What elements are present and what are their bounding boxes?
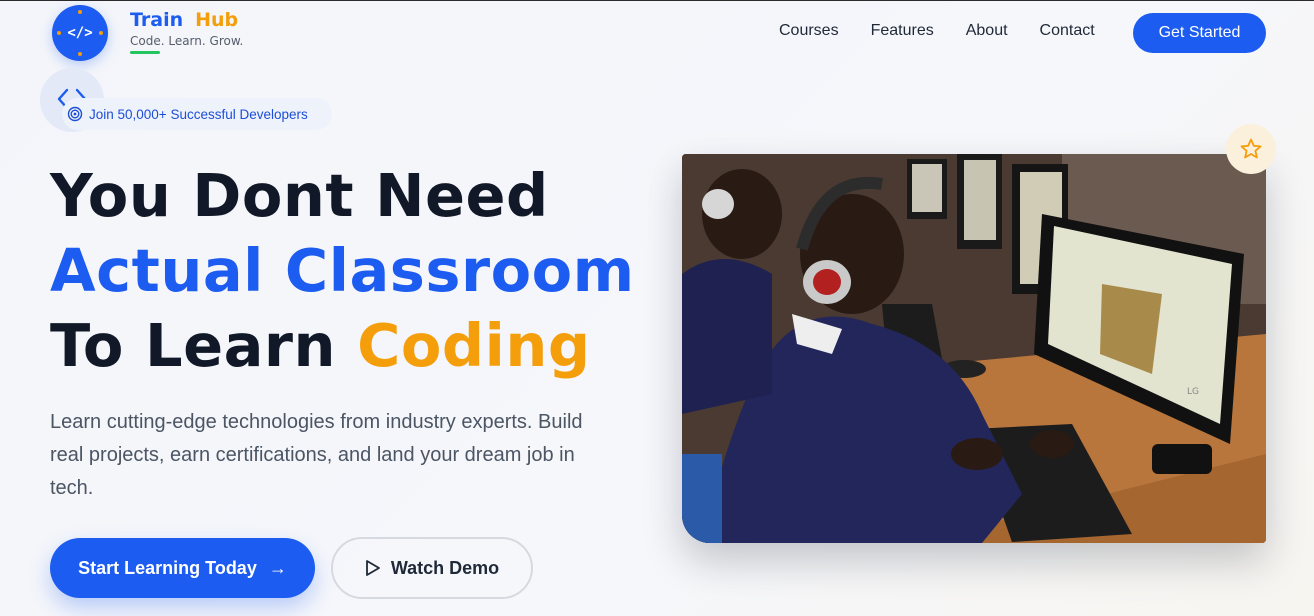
nav-link-contact[interactable]: Contact (1040, 22, 1095, 40)
brand-block[interactable]: Train Hub Code. Learn. Grow. (130, 9, 243, 54)
start-learning-button[interactable]: Start Learning Today → (50, 538, 315, 598)
nav-link-courses[interactable]: Courses (779, 22, 839, 40)
get-started-button[interactable]: Get Started (1133, 13, 1266, 53)
hero-line-2: Actual Classroom (50, 236, 635, 305)
brand-name-hub: Hub (195, 9, 239, 31)
hero-line-3-highlight: Coding (357, 311, 591, 380)
star-bubble (1226, 124, 1276, 174)
logo[interactable]: </> (52, 5, 108, 61)
hero-line-1: You Dont Need (50, 161, 549, 230)
watch-demo-button[interactable]: Watch Demo (331, 537, 533, 599)
logo-code-glyph: </> (67, 25, 93, 41)
nav-links: Courses Features About Contact (779, 22, 1127, 40)
hero-description: Learn cutting-edge technologies from ind… (50, 411, 583, 499)
landing-page: </> Train Hub Code. Learn. Grow. Courses … (0, 0, 1314, 616)
svg-text:LG: LG (1187, 387, 1199, 397)
target-icon (67, 106, 83, 122)
badge-text: Join 50,000+ Successful Developers (89, 106, 308, 122)
brand-name-train: Train (130, 9, 184, 31)
classroom-illustration: LG (682, 154, 1266, 543)
tagline-underline (130, 51, 160, 54)
play-icon (365, 560, 380, 576)
hero-line-3: To Learn Coding (50, 308, 635, 383)
watch-demo-label: Watch Demo (390, 557, 500, 578)
star-icon (1240, 138, 1262, 159)
start-learning-label: Start Learning Today (78, 557, 257, 578)
nav-link-features[interactable]: Features (871, 22, 934, 40)
social-proof-badge: Join 50,000+ Successful Developers (62, 98, 332, 130)
classroom-photo: LG (682, 154, 1266, 543)
arrow-right-icon: → (268, 557, 287, 578)
nav-link-about[interactable]: About (966, 22, 1008, 40)
brand-tagline: Code. Learn. Grow. (130, 34, 244, 48)
hero-line-3-part-a: To Learn (50, 311, 337, 380)
navbar: </> Train Hub Code. Learn. Grow. Courses … (0, 0, 1314, 64)
hero-heading: You Dont Need Actual Classroom To Learn … (50, 158, 635, 383)
